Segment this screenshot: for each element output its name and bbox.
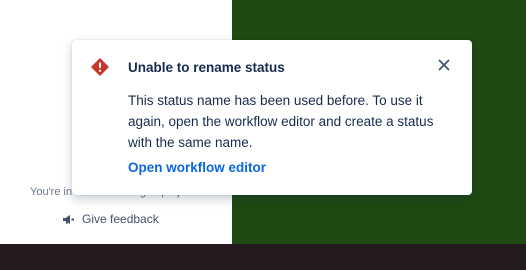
- taskbar-strip: [0, 244, 526, 270]
- error-icon: [91, 58, 109, 76]
- give-feedback-button[interactable]: Give feedback: [62, 212, 159, 226]
- flag-description-line: again, open the workflow editor and crea…: [128, 114, 434, 129]
- megaphone-icon: [62, 214, 75, 225]
- error-flag: Unable to rename status This status name…: [72, 40, 472, 195]
- flag-title: Unable to rename status: [128, 60, 285, 75]
- flag-description-line: This status name has been used before. T…: [128, 93, 423, 108]
- close-icon: [438, 58, 450, 76]
- open-workflow-editor-link[interactable]: Open workflow editor: [128, 160, 266, 175]
- give-feedback-label: Give feedback: [82, 212, 159, 226]
- close-flag-button[interactable]: [434, 57, 454, 77]
- flag-description: This status name has been used before. T…: [128, 90, 458, 153]
- flag-description-line: with the same name.: [128, 135, 253, 150]
